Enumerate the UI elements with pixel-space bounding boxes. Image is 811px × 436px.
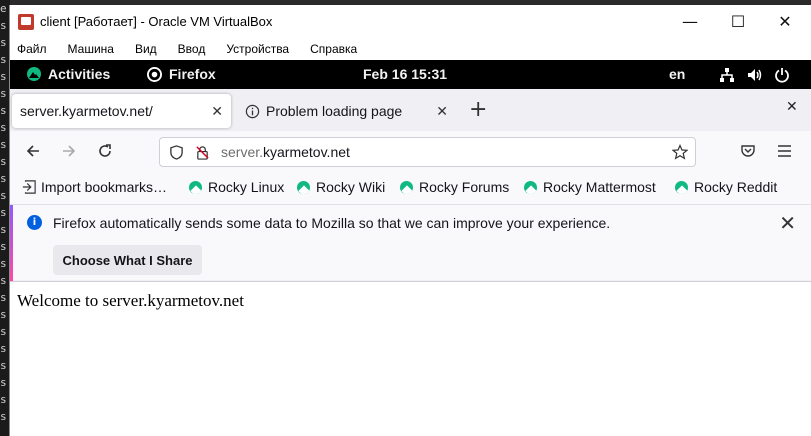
- forward-arrow-icon: [63, 145, 76, 157]
- rocky-icon: [524, 180, 537, 194]
- close-window-button[interactable]: ✕: [762, 8, 808, 34]
- import-icon: [22, 180, 36, 194]
- bookmark-label: Rocky Linux: [208, 179, 285, 195]
- clock-label: Feb 16 15:31: [363, 66, 448, 82]
- bookmark-label: Rocky Forums: [419, 179, 510, 195]
- bookmark-rocky-reddit[interactable]: Rocky Reddit: [675, 179, 777, 195]
- choose-what-i-share-button[interactable]: Choose What I Share: [53, 245, 202, 275]
- reload-button[interactable]: [92, 138, 118, 164]
- virtualbox-titlebar[interactable]: client [Работает] - Oracle VM VirtualBox…: [10, 5, 811, 38]
- firefox-window: server.kyarmetov.net/ ✕ Problem loading …: [10, 89, 811, 436]
- bookmark-label: Rocky Wiki: [316, 179, 386, 195]
- activities-label: Activities: [48, 66, 111, 82]
- input-language-indicator[interactable]: en: [669, 66, 685, 82]
- gnome-top-bar: Activities Firefox Feb 16 15:31 en: [10, 60, 811, 89]
- forward-button[interactable]: [56, 138, 82, 164]
- shield-icon[interactable]: [169, 145, 184, 160]
- close-window-icon[interactable]: ✕: [786, 99, 798, 115]
- menu-file[interactable]: Файл: [17, 42, 47, 56]
- page-content: Welcome to server.kyarmetov.net: [10, 281, 811, 436]
- guest-screen: Activities Firefox Feb 16 15:31 en serve…: [10, 60, 811, 436]
- bookmark-rocky-linux[interactable]: Rocky Linux: [189, 179, 284, 195]
- menu-machine[interactable]: Машина: [68, 42, 114, 56]
- bookmark-rocky-wiki[interactable]: Rocky Wiki: [297, 179, 385, 195]
- data-reporting-notification: i Firefox automatically sends some data …: [10, 204, 811, 281]
- bookmark-label: Import bookmarks…: [41, 179, 168, 195]
- menu-view[interactable]: Вид: [135, 42, 157, 56]
- minimize-button[interactable]: —: [667, 8, 713, 34]
- url-host-prefix: server.: [221, 144, 264, 160]
- pocket-icon[interactable]: [740, 144, 756, 159]
- clock[interactable]: Feb 16 15:31: [363, 66, 447, 82]
- navigation-toolbar: server.kyarmetov.net: [10, 131, 811, 171]
- firefox-icon: [147, 66, 162, 82]
- bookmark-rocky-mattermost[interactable]: Rocky Mattermost: [524, 179, 656, 195]
- menu-help[interactable]: Справка: [310, 42, 357, 56]
- firefox-app-menu[interactable]: Firefox: [147, 66, 216, 82]
- url-text: server.kyarmetov.net: [221, 144, 350, 160]
- info-icon: [245, 104, 260, 118]
- input-language-label: en: [669, 66, 686, 82]
- hamburger-menu-icon[interactable]: [777, 144, 792, 158]
- virtualbox-menubar: Файл Машина Вид Ввод Устройства Справка: [10, 38, 811, 60]
- insecure-lock-icon[interactable]: [195, 145, 210, 160]
- info-icon: i: [27, 215, 42, 230]
- rocky-icon: [189, 180, 202, 194]
- virtualbox-window: client [Работает] - Oracle VM VirtualBox…: [9, 5, 811, 436]
- notification-accent: [10, 205, 13, 281]
- bookmarks-toolbar: Import bookmarks… Rocky Linux Rocky Wiki…: [10, 171, 811, 204]
- firefox-app-label: Firefox: [169, 66, 216, 82]
- back-button[interactable]: [20, 138, 46, 164]
- address-bar[interactable]: server.kyarmetov.net: [159, 137, 696, 167]
- bookmark-import[interactable]: Import bookmarks…: [22, 179, 167, 195]
- close-tab-icon[interactable]: ✕: [436, 103, 448, 120]
- bookmark-rocky-forums[interactable]: Rocky Forums: [400, 179, 509, 195]
- bookmark-star-icon[interactable]: [672, 144, 688, 160]
- close-notification-icon[interactable]: ✕: [779, 211, 796, 235]
- rocky-icon: [400, 180, 413, 194]
- rocky-icon: [675, 180, 688, 194]
- volume-icon[interactable]: [747, 67, 763, 83]
- notification-text: Firefox automatically sends some data to…: [53, 215, 611, 231]
- url-host-main: kyarmetov.net: [263, 144, 350, 160]
- back-arrow-icon: [26, 145, 39, 157]
- tab-problem-loading[interactable]: Problem loading page ✕: [238, 94, 456, 128]
- menu-devices[interactable]: Устройства: [226, 42, 289, 56]
- window-title: client [Работает] - Oracle VM VirtualBox: [40, 14, 273, 29]
- new-tab-button[interactable]: +: [469, 97, 487, 122]
- power-icon[interactable]: [774, 67, 790, 83]
- virtualbox-app-icon: [18, 14, 34, 30]
- activities-button[interactable]: Activities: [26, 66, 110, 82]
- maximize-button[interactable]: ☐: [715, 8, 761, 34]
- tab-server[interactable]: server.kyarmetov.net/ ✕: [12, 94, 231, 128]
- close-tab-icon[interactable]: ✕: [211, 103, 223, 120]
- rocky-icon: [297, 180, 310, 194]
- activities-icon: [27, 67, 41, 81]
- tab-title: Problem loading page: [266, 103, 403, 119]
- reload-icon: [99, 144, 111, 157]
- menu-input[interactable]: Ввод: [178, 42, 206, 56]
- bookmark-label: Rocky Mattermost: [543, 179, 656, 195]
- network-icon[interactable]: [719, 67, 735, 83]
- tab-title: server.kyarmetov.net/: [20, 103, 153, 119]
- tab-strip: server.kyarmetov.net/ ✕ Problem loading …: [10, 89, 811, 131]
- bookmark-label: Rocky Reddit: [694, 179, 778, 195]
- welcome-text: Welcome to server.kyarmetov.net: [17, 291, 244, 310]
